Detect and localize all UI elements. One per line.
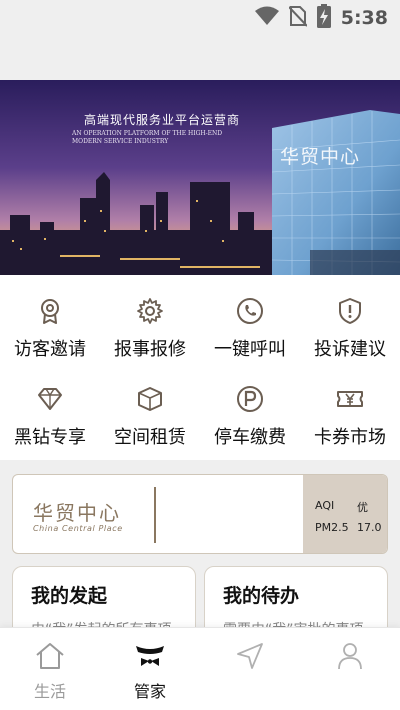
status-icons: 5:38 [254,4,388,32]
task-title: 我的待办 [223,585,300,607]
aqi-label: AQI [315,499,335,512]
gear-icon [137,298,163,324]
service-label: 访客邀请 [14,339,86,360]
person-icon [338,643,362,670]
service-label: 空间租赁 [114,427,186,448]
pm25-value: 17.0 [357,521,382,534]
bottom-navigation: 生活 管家 [0,627,400,710]
pm25-label: PM2.5 [315,521,349,534]
aqi-value: 优 [357,501,368,514]
service-label: 一键呼叫 [214,339,286,360]
center-info-card[interactable]: 华贸中心 China Central Place AQI 优 PM2.5 17.… [12,474,388,554]
nav-label: 生活 [33,682,66,701]
logo-english: China Central Place [33,524,123,533]
nav-label: 管家 [133,682,166,701]
service-report-repair[interactable]: 报事报修 [100,275,200,360]
diamond-icon [38,388,62,410]
wifi-icon [254,6,279,30]
service-label: 停车缴费 [214,427,286,448]
service-complaint[interactable]: 投诉建议 [300,275,400,360]
service-label: 投诉建议 [314,339,386,360]
status-time: 5:38 [340,7,388,29]
navigate-icon [237,643,263,669]
phone-icon [237,298,263,324]
service-coupon-market[interactable]: 卡券市场 [300,363,400,448]
service-black-diamond[interactable]: 黑钻专享 [0,363,100,448]
service-label: 报事报修 [114,339,186,360]
box-icon [138,387,162,411]
battery-charging-icon [316,4,331,32]
banner-headline: 高端现代服务业平台运营商 [84,113,241,127]
service-label: 黑钻专享 [14,427,86,448]
service-space-rental[interactable]: 空间租赁 [100,363,200,448]
service-parking-pay[interactable]: 停车缴费 [200,363,300,448]
service-grid: 访客邀请 报事报修 一键呼叫 投诉建议 黑钻专享 空间租赁 停车缴费 卡券市场 [0,275,400,460]
logo-divider [154,487,156,543]
nav-tab-life[interactable]: 生活 [0,628,100,710]
ticket-yen-icon [337,391,363,407]
home-icon [36,643,64,669]
butler-bowtie-icon [136,646,164,666]
city-night-image [0,80,400,275]
logo-chinese: 华贸中心 [33,501,121,525]
banner[interactable]: 高端现代服务业平台运营商 AN OPERATION PLATFORM OF TH… [0,80,400,275]
building-sign: 华贸中心 [280,146,361,168]
air-quality-panel: AQI 优 PM2.5 17.0 [303,475,387,553]
service-one-key-call[interactable]: 一键呼叫 [200,275,300,360]
service-visitor-invite[interactable]: 访客邀请 [0,275,100,360]
service-label: 卡券市场 [314,427,386,448]
task-title: 我的发起 [31,585,108,607]
visitor-badge-icon [41,299,59,324]
nav-tab-profile[interactable] [300,628,400,710]
parking-icon [237,386,263,412]
banner-subline: AN OPERATION PLATFORM OF THE HIGH-END MO… [72,130,223,145]
nav-tab-navigate[interactable] [200,628,300,710]
no-sim-icon [288,5,308,31]
nav-tab-butler[interactable]: 管家 [100,628,200,710]
shield-alert-icon [339,298,361,324]
status-bar: 5:38 [0,0,400,36]
